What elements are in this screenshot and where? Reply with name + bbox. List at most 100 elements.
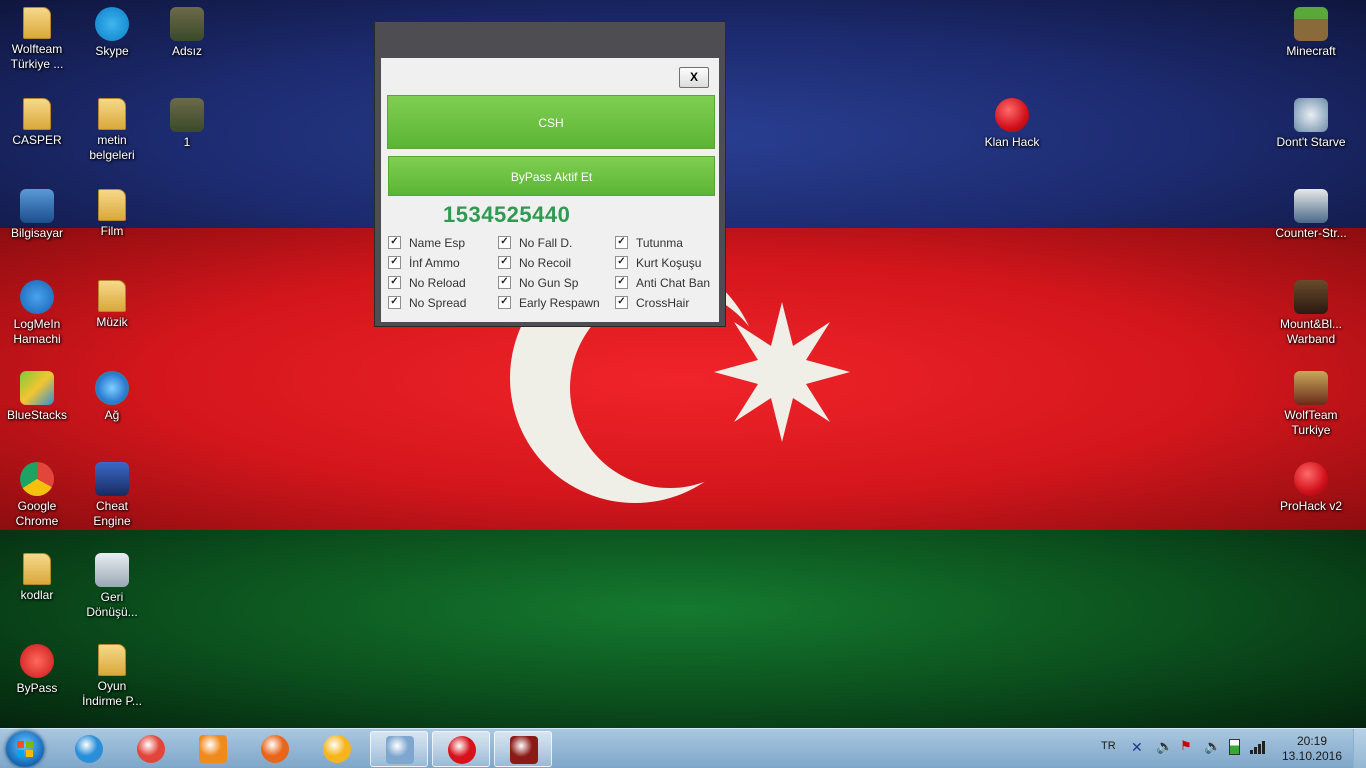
checkbox-check-icon[interactable]: ✓ — [498, 236, 511, 250]
taskbar-button[interactable] — [494, 731, 552, 767]
desktop-icon[interactable]: Adsız — [151, 7, 223, 59]
desktop-icon-label: 1 — [183, 135, 191, 149]
language-indicator[interactable]: TR — [1101, 740, 1116, 752]
desktop-icon[interactable]: ByPass — [1, 644, 73, 696]
taskbar-button[interactable] — [60, 731, 118, 767]
checkbox-check-icon[interactable]: ✓ — [388, 296, 401, 310]
csh-button[interactable]: CSH — [387, 95, 715, 149]
desktop-icon[interactable]: metin belgeleri — [76, 98, 148, 163]
option-checkbox[interactable]: ✓ CrossHair — [615, 295, 689, 311]
counter-value: 1534525440 — [443, 202, 571, 227]
hack-dialog-window[interactable]: X CSH ByPass Aktif Et 1534525440 ✓ Name E… — [374, 21, 726, 327]
option-checkbox[interactable]: ✓ Anti Chat Ban — [615, 275, 710, 291]
checkbox-check-icon[interactable]: ✓ — [615, 236, 628, 250]
desktop-icon-label: metin belgeleri — [89, 133, 135, 162]
desktop-icon[interactable]: kodlar — [1, 553, 73, 603]
option-checkbox[interactable]: ✓ No Gun Sp — [498, 275, 578, 291]
start-button[interactable] — [6, 731, 44, 767]
desktop-icon[interactable]: Geri Dönüşü... — [76, 553, 148, 620]
checkbox-check-icon[interactable]: ✓ — [388, 276, 401, 290]
checkbox-check-icon[interactable]: ✓ — [498, 256, 511, 270]
chrome-icon — [20, 462, 54, 496]
desktop-icon-label: Wolfteam Türkiye ... — [10, 42, 64, 71]
checkbox-check-icon[interactable]: ✓ — [388, 256, 401, 270]
close-button[interactable]: X — [679, 67, 709, 88]
desktop-icon-label: Oyun İndirme P... — [82, 679, 142, 708]
desktop-icon[interactable]: Minecraft — [1275, 7, 1347, 59]
desktop-icon[interactable]: 1 — [151, 98, 223, 150]
bypass-activate-button[interactable]: ByPass Aktif Et — [388, 156, 715, 196]
action-center-flag-icon[interactable]: ⚑ — [1180, 738, 1192, 754]
desktop-icon[interactable]: Cheat Engine — [76, 462, 148, 529]
desktop-icon-label: CASPER — [12, 133, 62, 147]
desktop-icon[interactable]: Dont't Starve — [1275, 98, 1347, 150]
warband-icon — [1294, 280, 1328, 314]
desktop-icon-label: Dont't Starve — [1276, 135, 1346, 149]
option-label: Name Esp — [409, 236, 466, 250]
desktop-icon-klan-hack[interactable]: Klan Hack — [976, 98, 1048, 150]
desktop-icon-label: Counter-Str... — [1275, 226, 1347, 240]
system-clock[interactable]: 20:19 13.10.2016 — [1280, 734, 1344, 764]
option-checkbox[interactable]: ✓ No Spread — [388, 295, 466, 311]
speaker-tray-icon[interactable]: 🔈 — [1156, 738, 1173, 755]
checkbox-check-icon[interactable]: ✓ — [615, 276, 628, 290]
desktop-icon[interactable]: Counter-Str... — [1275, 189, 1347, 241]
desktop-icon-label: Minecraft — [1286, 44, 1336, 58]
desktop-icon[interactable]: Mount&Bl... Warband — [1275, 280, 1347, 347]
desktop-icon[interactable]: BlueStacks — [1, 371, 73, 423]
desktop-icon-label: Mount&Bl... Warband — [1279, 317, 1343, 346]
checkbox-check-icon[interactable]: ✓ — [615, 256, 628, 270]
taskbar-button[interactable] — [122, 731, 180, 767]
option-checkbox[interactable]: ✓ Early Respawn — [498, 295, 600, 311]
option-checkbox[interactable]: ✓ No Fall D. — [498, 235, 572, 251]
checkbox-check-icon[interactable]: ✓ — [498, 276, 511, 290]
desktop-icon[interactable]: Bilgisayar — [1, 189, 73, 241]
desktop-icon[interactable]: Wolfteam Türkiye ... — [1, 7, 73, 72]
taskbar-button[interactable] — [246, 731, 304, 767]
desktop-icon-label: LogMeIn Hamachi — [13, 317, 61, 346]
desktop-icon[interactable]: Film — [76, 189, 148, 239]
checkbox-check-icon[interactable]: ✓ — [388, 236, 401, 250]
option-label: Anti Chat Ban — [636, 276, 711, 290]
desktop-icon[interactable]: WolfTeam Turkiye — [1275, 371, 1347, 438]
taskbar-button[interactable] — [370, 731, 428, 767]
desktop-icon-label: Müzik — [96, 315, 128, 329]
desktop-icon[interactable]: Skype — [76, 7, 148, 59]
taskbar-button[interactable] — [184, 731, 242, 767]
turkish-flag-app-icon — [448, 736, 476, 764]
prohack-icon — [1294, 462, 1328, 496]
option-checkbox[interactable]: ✓ Name Esp — [388, 235, 465, 251]
desktop-icon[interactable]: CASPER — [1, 98, 73, 148]
option-checkbox[interactable]: ✓ İnf Ammo — [388, 255, 460, 271]
checkbox-check-icon[interactable]: ✓ — [615, 296, 628, 310]
option-checkbox[interactable]: ✓ No Reload — [388, 275, 466, 291]
desktop-icon[interactable]: LogMeIn Hamachi — [1, 280, 73, 347]
desktop-icon-label: Adsız — [171, 44, 202, 58]
checkbox-check-icon[interactable]: ✓ — [498, 296, 511, 310]
option-label: No Recoil — [519, 256, 572, 270]
option-checkbox[interactable]: ✓ Tutunma — [615, 235, 683, 251]
option-checkbox[interactable]: ✓ Kurt Koşuşu — [615, 255, 701, 271]
desktop-icon-label: kodlar — [20, 588, 54, 602]
klan-hack-icon — [995, 98, 1029, 132]
folder-icon — [23, 7, 51, 39]
desktop-icon[interactable]: Müzik — [76, 280, 148, 330]
desktop-icon[interactable]: ProHack v2 — [1275, 462, 1347, 514]
desktop-icon-label: Cheat Engine — [93, 499, 131, 528]
dialog-client-area: X CSH ByPass Aktif Et 1534525440 ✓ Name E… — [381, 58, 719, 322]
chrome-icon — [137, 735, 165, 763]
option-checkbox[interactable]: ✓ No Recoil — [498, 255, 571, 271]
signal-strength-icon[interactable] — [1250, 740, 1268, 754]
cheat-engine-icon — [95, 462, 129, 496]
desktop-icon[interactable]: Google Chrome — [1, 462, 73, 529]
wolfteam-icon — [1294, 371, 1328, 405]
media-player-icon — [199, 735, 227, 763]
desktop-icon[interactable]: Ağ — [76, 371, 148, 423]
volume-icon[interactable]: 🔊 — [1204, 738, 1221, 755]
taskbar-button[interactable] — [432, 731, 490, 767]
taskbar-button[interactable] — [308, 731, 366, 767]
tray-app-icon[interactable]: ✕ — [1131, 739, 1143, 756]
show-desktop-button[interactable] — [1353, 729, 1366, 768]
desktop-icon[interactable]: Oyun İndirme P... — [76, 644, 148, 709]
battery-icon[interactable] — [1229, 739, 1240, 755]
